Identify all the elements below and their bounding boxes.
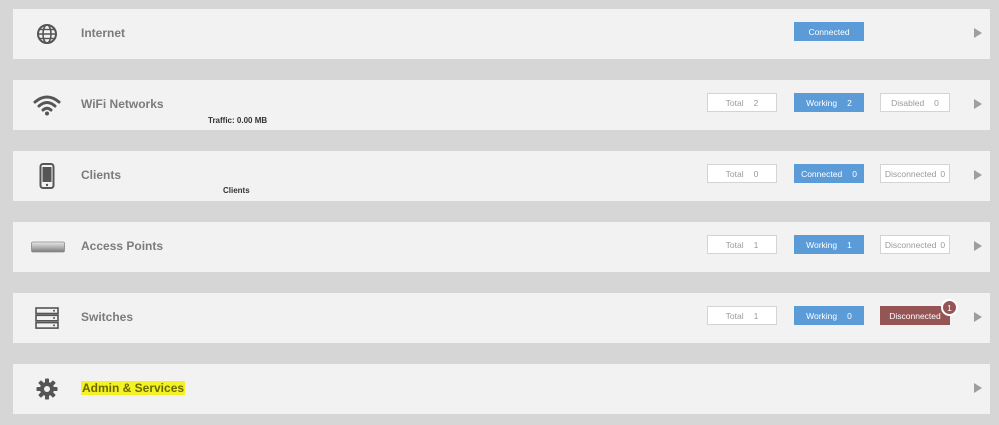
expand-arrow-icon[interactable] (974, 241, 982, 251)
admin-services-panel[interactable]: Admin & Services (13, 364, 990, 414)
switches-panel[interactable]: Switches Total 1 Working 0 Disconnected 1 (13, 293, 990, 343)
wifi-networks-title: WiFi Networks (81, 97, 164, 111)
wifi-networks-panel[interactable]: WiFi Networks Traffic: 0.00 MB Total 2 Wo… (13, 80, 990, 130)
access-points-panel[interactable]: Access Points Total 1 Working 1 Disconnect… (13, 222, 990, 272)
internet-title: Internet (81, 26, 126, 40)
expand-arrow-icon[interactable] (974, 170, 982, 180)
clients-title: Clients (81, 168, 122, 182)
clients-total-pill[interactable]: Total 0 (707, 164, 777, 183)
switches-total-pill[interactable]: Total 1 (707, 306, 777, 325)
clients-panel[interactable]: Clients Clients Total 0 Connected 0 Discon… (13, 151, 990, 201)
wifi-traffic-label: Traffic: 0.00 MB (208, 116, 268, 125)
globe-icon (33, 21, 61, 47)
wifi-working-pill[interactable]: Working 2 (794, 93, 864, 112)
expand-arrow-icon[interactable] (974, 99, 982, 109)
access-point-icon (31, 234, 65, 260)
admin-services-title: Admin & Services (81, 381, 186, 395)
internet-status-badge: Connected (794, 22, 864, 41)
expand-arrow-icon[interactable] (974, 383, 982, 393)
wifi-disabled-pill[interactable]: Disabled 0 (880, 93, 950, 112)
clients-sub-label: Clients (223, 186, 250, 195)
clients-disconnected-pill[interactable]: Disconnected 0 (880, 164, 950, 183)
ap-disconnected-pill[interactable]: Disconnected 0 (880, 235, 950, 254)
switches-working-pill[interactable]: Working 0 (794, 306, 864, 325)
expand-arrow-icon[interactable] (974, 312, 982, 322)
access-points-title: Access Points (81, 239, 164, 253)
ap-working-pill[interactable]: Working 1 (794, 235, 864, 254)
gear-icon (33, 376, 61, 402)
switches-disconnected-pill[interactable]: Disconnected 1 (880, 299, 958, 325)
phone-icon (33, 163, 61, 189)
wifi-total-pill[interactable]: Total 2 (707, 93, 777, 112)
ap-total-pill[interactable]: Total 1 (707, 235, 777, 254)
switches-title: Switches (81, 310, 134, 324)
internet-panel[interactable]: Internet Connected (13, 9, 990, 59)
wifi-icon (33, 92, 61, 118)
disconnected-count-badge: 1 (941, 299, 958, 316)
switch-icon (33, 305, 61, 331)
clients-connected-pill[interactable]: Connected 0 (794, 164, 864, 183)
expand-arrow-icon[interactable] (974, 28, 982, 38)
